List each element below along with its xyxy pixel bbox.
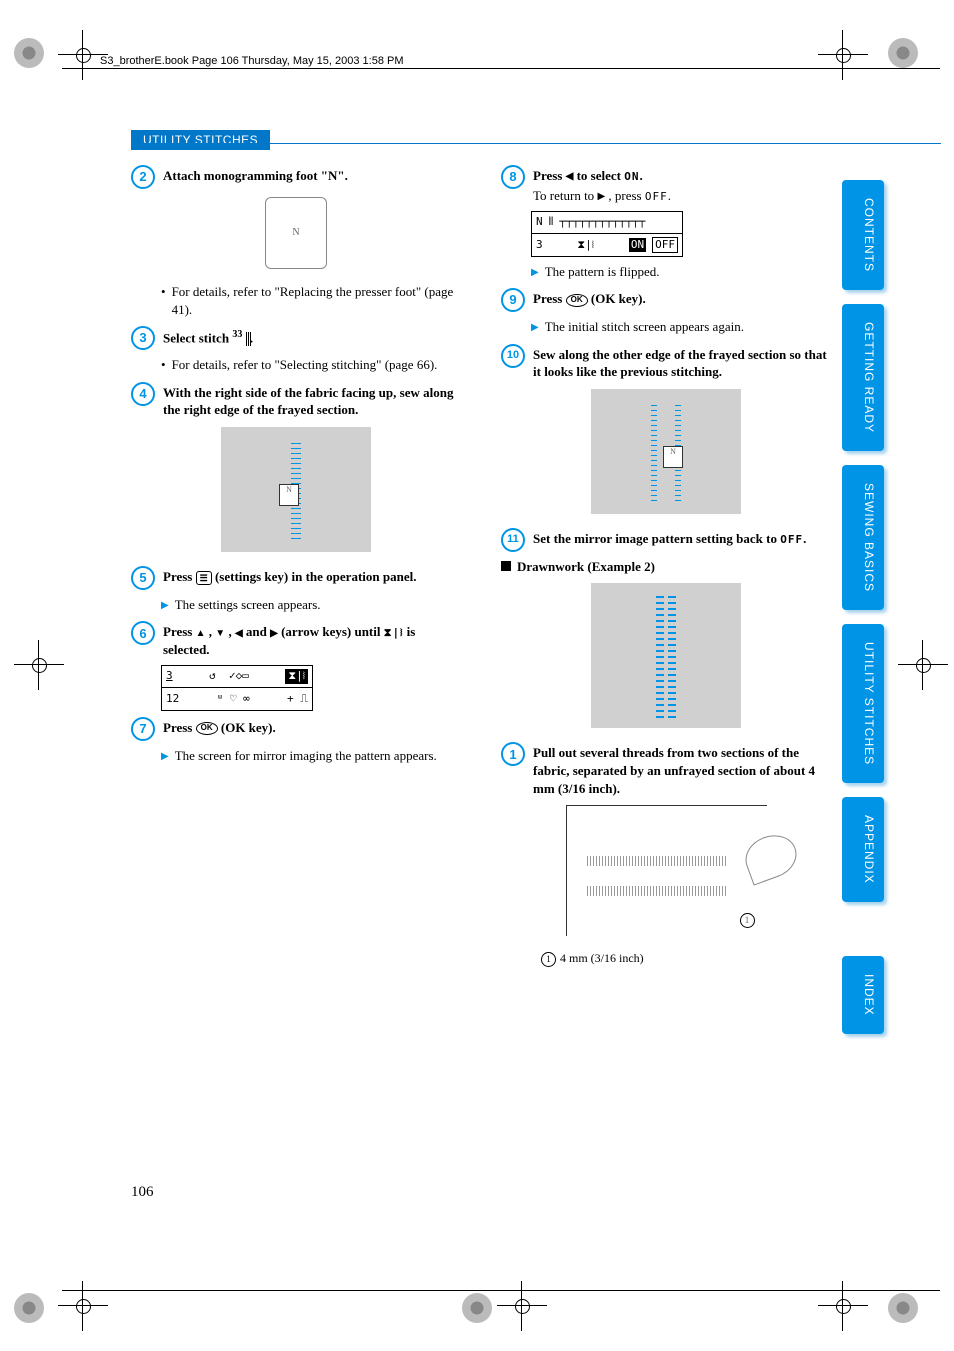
step-text: Press OK (OK key).: [163, 717, 461, 737]
step-5: 5 Press ☰ (settings key) in the operatio…: [131, 566, 461, 590]
up-arrow-icon: ▲: [196, 627, 206, 641]
step-badge: 4: [131, 382, 155, 406]
right-column: 8 Press ◀ to select ON. To return to ▶ ,…: [501, 165, 831, 967]
step-10: 10 Sew along the other edge of the fraye…: [501, 344, 831, 381]
tab-getting-ready[interactable]: GETTING READY: [842, 304, 884, 451]
step-badge: 5: [131, 566, 155, 590]
sewing-illustration: N: [591, 389, 741, 514]
tab-contents[interactable]: CONTENTS: [842, 180, 884, 290]
step-7: 7 Press OK (OK key).: [131, 717, 461, 741]
crop-line: [62, 68, 940, 69]
step-badge: 6: [131, 621, 155, 645]
step-text: Pull out several threads from two sectio…: [533, 742, 831, 797]
step-text: With the right side of the fabric facing…: [163, 382, 461, 419]
registration-mark-icon: [888, 38, 918, 68]
stitch-pattern-icon: ⫴: [549, 215, 554, 230]
step-11: 11 Set the mirror image pattern setting …: [501, 528, 831, 552]
section-header: UTILITY STITCHES: [131, 130, 270, 150]
step-text: Set the mirror image pattern setting bac…: [533, 528, 831, 548]
crop-line: [62, 1290, 940, 1291]
right-arrow-icon: ▶: [597, 190, 605, 204]
lcd-screen: 3 ↺ ✓◇▭ ⧗|⧘ 12 ᵚ ♡ ∞ + ⎍: [161, 665, 313, 711]
crop-mark-icon: [24, 650, 54, 680]
result-note: ▶ The initial stitch screen appears agai…: [531, 318, 831, 336]
page-content: 2 Attach monogramming foot "N". N • For …: [131, 165, 831, 967]
mirror-glyph-selected: ⧗|⧘: [285, 669, 308, 684]
subheading: Drawnwork (Example 2): [501, 558, 831, 576]
step-badge: 10: [501, 344, 525, 368]
registration-mark-icon: [14, 38, 44, 68]
step-3: 3 Select stitch 33 .: [131, 326, 461, 350]
tab-index[interactable]: INDEX: [842, 956, 884, 1034]
step-9: 9 Press OK (OK key).: [501, 288, 831, 312]
page-number: 106: [131, 1184, 154, 1201]
presser-foot-illustration: N: [265, 197, 327, 269]
step-text: Press ▲ , ▼ , ◀ and ▶ (arrow keys) until…: [163, 621, 461, 658]
result-note: ▶ The screen for mirror imaging the patt…: [161, 747, 461, 765]
callout-1-marker: 1: [740, 913, 755, 928]
left-column: 2 Attach monogramming foot "N". N • For …: [131, 165, 461, 967]
fabric-illustration: 1: [566, 805, 767, 936]
step-badge: 2: [131, 165, 155, 189]
step-text: Press OK (OK key).: [533, 288, 831, 308]
triangle-icon: ▶: [531, 263, 539, 281]
step-badge: 7: [131, 717, 155, 741]
step-text: Sew along the other edge of the frayed s…: [533, 344, 831, 381]
step-8: 8 Press ◀ to select ON. To return to ▶ ,…: [501, 165, 831, 205]
settings-key-icon: ☰: [196, 571, 212, 585]
tab-utility-stitches[interactable]: UTILITY STITCHES: [842, 624, 884, 783]
ok-key-icon: OK: [566, 294, 588, 307]
triangle-icon: ▶: [161, 596, 169, 614]
step-text: Press ☰ (settings key) in the operation …: [163, 566, 461, 586]
ex2-step-1: 1 Pull out several threads from two sect…: [501, 742, 831, 797]
running-header: S3_brotherE.book Page 106 Thursday, May …: [100, 55, 404, 67]
crop-mark-icon: [68, 1291, 98, 1321]
triangle-icon: ▶: [531, 318, 539, 336]
step-6: 6 Press ▲ , ▼ , ◀ and ▶ (arrow keys) unt…: [131, 621, 461, 658]
step-badge: 9: [501, 288, 525, 312]
step-badge: 11: [501, 528, 525, 552]
crop-mark-icon: [507, 1291, 537, 1321]
ok-key-icon: OK: [196, 722, 218, 735]
triangle-icon: ▶: [161, 747, 169, 765]
side-tabs: CONTENTS GETTING READY SEWING BASICS UTI…: [842, 180, 884, 1034]
registration-mark-icon: [888, 1293, 918, 1323]
step-badge: 3: [131, 326, 155, 350]
result-note: ▶ The settings screen appears.: [161, 596, 461, 614]
step-badge: 1: [501, 742, 525, 766]
bullet-note: • For details, refer to "Selecting stitc…: [161, 356, 461, 374]
result-note: ▶ The pattern is flipped.: [531, 263, 831, 281]
lcd-screen: N⫴ ┬┬┬┬┬┬┬┬┬┬┬┬┬ 3 ⧗|⧘ ONOFF: [531, 211, 683, 257]
step-4: 4 With the right side of the fabric faci…: [131, 382, 461, 419]
square-bullet-icon: [501, 561, 511, 571]
callout-1: 14 mm (3/16 inch): [541, 950, 831, 967]
right-arrow-icon: ▶: [270, 627, 278, 641]
mirror-glyph-icon: ⧗|⧘: [384, 626, 404, 639]
registration-mark-icon: [462, 1293, 492, 1323]
step-text: Select stitch 33 .: [163, 326, 461, 347]
tab-sewing-basics[interactable]: SEWING BASICS: [842, 465, 884, 610]
crop-mark-icon: [908, 650, 938, 680]
step-2: 2 Attach monogramming foot "N".: [131, 165, 461, 189]
tab-appendix[interactable]: APPENDIX: [842, 797, 884, 902]
step-text: Press ◀ to select ON. To return to ▶ , p…: [533, 165, 831, 205]
left-arrow-icon: ◀: [235, 627, 243, 641]
crop-mark-icon: [828, 40, 858, 70]
sewing-illustration: N: [221, 427, 371, 552]
registration-mark-icon: [14, 1293, 44, 1323]
down-arrow-icon: ▼: [215, 627, 225, 641]
step-text: Attach monogramming foot "N".: [163, 165, 461, 185]
bullet-note: • For details, refer to "Replacing the p…: [161, 283, 461, 318]
section-rule: [131, 143, 941, 144]
crop-mark-icon: [68, 40, 98, 70]
step-badge: 8: [501, 165, 525, 189]
crop-mark-icon: [828, 1291, 858, 1321]
drawnwork-illustration: [591, 583, 741, 728]
